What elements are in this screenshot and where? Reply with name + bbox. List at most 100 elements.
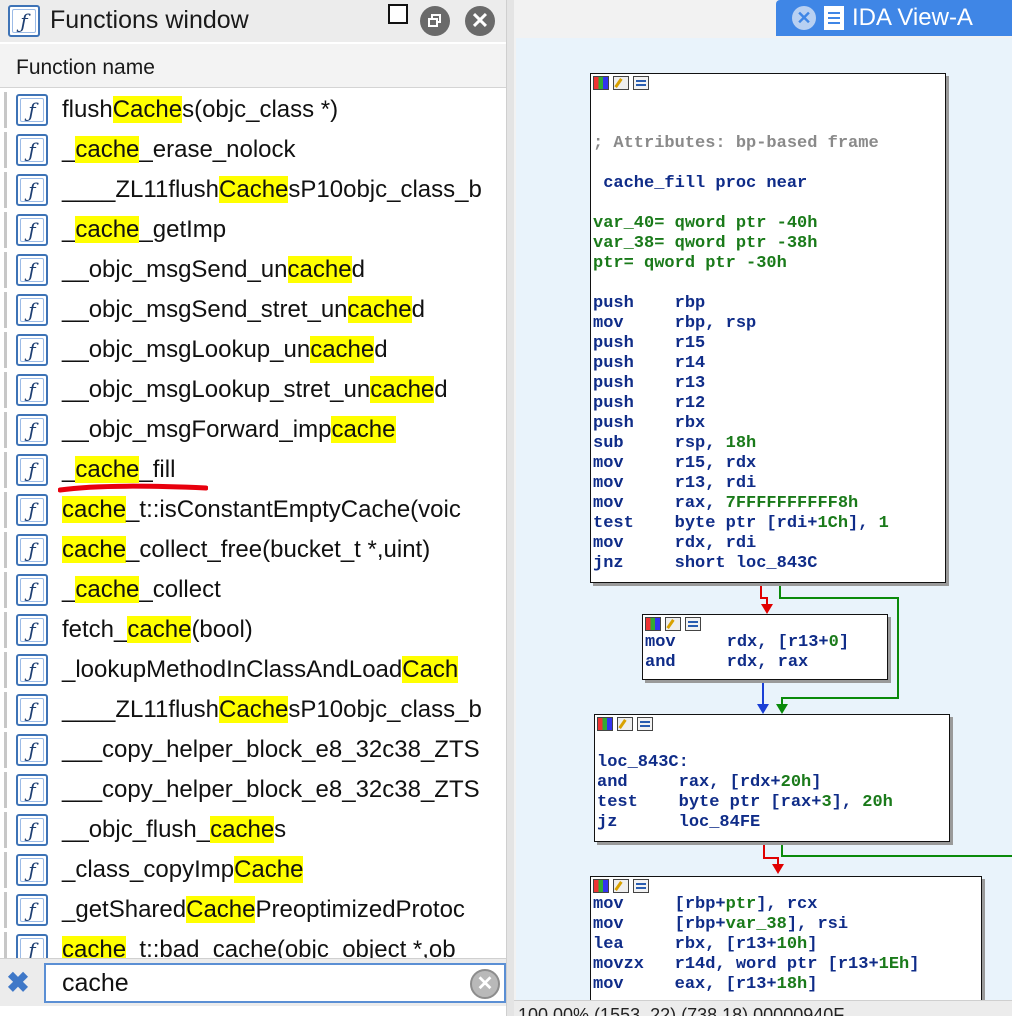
node-toolbar[interactable]	[593, 76, 653, 92]
list-item[interactable]: ƒ __objc_msgSend_stret_uncached	[0, 290, 506, 330]
close-icon[interactable]: ✕	[465, 6, 495, 36]
function-f-icon: ƒ	[16, 254, 48, 286]
search-input[interactable]	[44, 963, 506, 1003]
tab-ida-view-a[interactable]: ✕ IDA View-A	[776, 0, 1012, 36]
row-marker	[4, 532, 7, 568]
list-item[interactable]: ƒ cache_t::isConstantEmptyCache(voic	[0, 490, 506, 530]
asm-line: mov rbp, rsp	[593, 314, 757, 333]
clear-search-icon[interactable]: ✕	[470, 969, 500, 999]
code-block-loc-843c[interactable]: loc_843C: and rax, [rdx+20h] test byte ptr…	[594, 714, 950, 842]
search-highlight: cache	[62, 536, 127, 563]
asm-line	[593, 94, 889, 114]
list-item[interactable]: ƒ ___copy_helper_block_e8_32c38_ZTS	[0, 730, 506, 770]
asm-line: jz loc_84FE	[597, 813, 761, 832]
list-item[interactable]: ƒ __objc_msgLookup_stret_uncached	[0, 370, 506, 410]
asm-line: mov [rbp+var_38], rsi	[593, 915, 849, 934]
list-item[interactable]: ƒ ____ZL11flushCachesP10objc_class_b	[0, 170, 506, 210]
maximize-icon[interactable]	[388, 4, 408, 24]
list-item[interactable]: ƒ _class_copyImpCache	[0, 850, 506, 890]
search-highlight: cache	[127, 616, 192, 643]
function-name-text: _fill	[139, 456, 176, 483]
list-item[interactable]: ƒ _cache_collect	[0, 570, 506, 610]
panel-splitter[interactable]	[506, 0, 514, 1016]
column-header-function-name[interactable]: Function name	[0, 44, 509, 88]
function-name-text: d	[434, 376, 448, 403]
list-item[interactable]: ƒ ___copy_helper_block_e8_32c38_ZTS	[0, 770, 506, 810]
row-marker	[4, 892, 7, 928]
row-marker	[4, 572, 7, 608]
list-item[interactable]: ƒ _getSharedCachePreoptimizedProtoc	[0, 890, 506, 930]
close-icon[interactable]: ✕	[792, 6, 816, 30]
function-list: ƒ flushCaches(objc_class *) ƒ _cache_erase_…	[0, 90, 506, 958]
asm-line: loc_843C:	[597, 753, 689, 772]
row-marker	[4, 932, 7, 958]
function-name-text: _collect	[139, 576, 221, 603]
code-block-entry[interactable]: ; Attributes: bp-based frame cache_fill …	[590, 73, 946, 583]
function-name-text: fetch_	[62, 616, 128, 643]
function-name: __objc_msgLookup_stret_uncached	[62, 376, 448, 404]
function-f-icon: ƒ	[16, 854, 48, 886]
row-marker	[4, 852, 7, 888]
function-name-text: d	[411, 296, 425, 323]
function-name-text: __objc_msgForward_imp	[62, 416, 332, 443]
search-highlight: cache	[331, 416, 396, 443]
row-marker	[4, 172, 7, 208]
function-name: _cache_fill	[62, 456, 175, 484]
list-item[interactable]: ƒ _cache_erase_nolock	[0, 130, 506, 170]
edit-icon[interactable]	[613, 76, 629, 90]
function-name-text: s(objc_class *)	[182, 96, 339, 123]
function-name-text: _	[62, 136, 76, 163]
functions-window-title: Functions window	[50, 6, 249, 34]
graph-view[interactable]: ; Attributes: bp-based frame cache_fill …	[516, 38, 1012, 1000]
function-name-text: d	[374, 336, 388, 363]
row-marker	[4, 812, 7, 848]
function-name: _cache_collect	[62, 576, 221, 604]
function-name-text: __objc_msgSend_stret_un	[62, 296, 348, 323]
list-item[interactable]: ƒ cache_t::bad_cache(objc_object *,ob	[0, 930, 506, 958]
list-item[interactable]: ƒ __objc_msgSend_uncached	[0, 250, 506, 290]
function-f-icon: ƒ	[16, 94, 48, 126]
function-name-text: ____ZL11flush	[62, 696, 220, 723]
list-item[interactable]: ƒ ____ZL11flushCachesP10objc_class_b	[0, 690, 506, 730]
asm-line: ptr= qword ptr -30h	[593, 254, 787, 273]
list-icon[interactable]	[633, 76, 649, 90]
row-marker	[4, 612, 7, 648]
search-highlight: Cache	[219, 696, 289, 723]
list-item[interactable]: ƒ _cache_getImp	[0, 210, 506, 250]
asm-line: push r12	[593, 394, 706, 413]
function-name-text: _	[62, 576, 76, 603]
function-f-icon: ƒ	[16, 494, 48, 526]
code-block-4[interactable]: mov [rbp+ptr], rcx mov [rbp+var_38], rsi l…	[590, 876, 982, 1000]
function-name: fetch_cache(bool)	[62, 616, 253, 644]
function-f-icon: ƒ	[16, 174, 48, 206]
search-highlight: cache	[370, 376, 435, 403]
code-block-2[interactable]: mov rdx, [r13+0] and rdx, rax	[642, 614, 888, 680]
function-name-text: _collect_free(bucket_t *,uint)	[126, 536, 431, 563]
list-item[interactable]: ƒ flushCaches(objc_class *)	[0, 90, 506, 130]
function-f-icon: ƒ	[16, 614, 48, 646]
row-marker	[4, 652, 7, 688]
restore-icon[interactable]	[420, 6, 450, 36]
asm-line: mov rdx, [r13+0]	[645, 633, 850, 652]
function-name-text: _getShared	[62, 896, 187, 923]
search-highlight: cache	[75, 136, 140, 163]
function-f-icon: ƒ	[8, 5, 40, 37]
annotation-red-underline	[58, 483, 208, 493]
function-name-text: _class_copyImp	[62, 856, 235, 883]
list-item[interactable]: ƒ cache_collect_free(bucket_t *,uint)	[0, 530, 506, 570]
functions-window-titlebar[interactable]: ƒ Functions window ✕	[0, 0, 509, 42]
clear-filter-icon[interactable]: ✖	[4, 969, 32, 997]
asm-line	[597, 715, 893, 733]
list-item[interactable]: ƒ __objc_flush_caches	[0, 810, 506, 850]
asm-line	[597, 733, 893, 753]
asm-line: mov r15, rdx	[593, 454, 757, 473]
list-item[interactable]: ƒ __objc_msgLookup_uncached	[0, 330, 506, 370]
function-name-text: __objc_msgSend_un	[62, 256, 288, 283]
list-item[interactable]: ƒ __objc_msgForward_impcache	[0, 410, 506, 450]
row-marker	[4, 692, 7, 728]
node-asm: mov [rbp+ptr], rcx mov [rbp+var_38], rsi l…	[593, 877, 919, 995]
list-item[interactable]: ƒ fetch_cache(bool)	[0, 610, 506, 650]
color-icon[interactable]	[593, 76, 609, 90]
function-name-text: _lookupMethodInClassAndLoad	[62, 656, 403, 683]
list-item[interactable]: ƒ _lookupMethodInClassAndLoadCach	[0, 650, 506, 690]
